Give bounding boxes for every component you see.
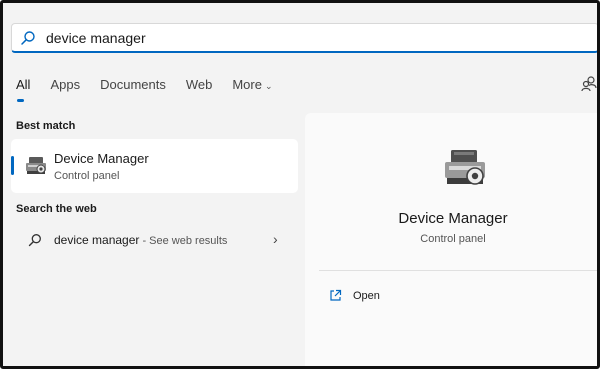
open-external-icon — [329, 289, 342, 302]
tab-more[interactable]: More ⌄ — [232, 77, 272, 92]
web-search-query: device manager — [54, 233, 140, 247]
tab-apps[interactable]: Apps — [50, 77, 80, 92]
search-input[interactable] — [46, 29, 566, 46]
tab-documents[interactable]: Documents — [100, 77, 166, 92]
search-icon — [28, 233, 42, 247]
search-window: All Apps Documents Web More⌄ Best match — [0, 0, 600, 369]
connected-accounts-icon[interactable] — [580, 75, 597, 93]
web-search-hint: - See web results — [139, 235, 228, 247]
search-icon — [20, 30, 36, 46]
search-box[interactable] — [11, 23, 597, 53]
best-match-title: Device Manager — [54, 151, 149, 166]
best-match-label: Best match — [16, 120, 76, 132]
open-label: Open — [353, 289, 380, 302]
result-preview-panel: Device Manager Control panel Open — [305, 113, 597, 366]
search-web-label: Search the web — [16, 203, 97, 215]
chevron-right-icon[interactable]: › — [273, 231, 278, 247]
tab-web[interactable]: Web — [186, 77, 213, 92]
divider — [319, 270, 597, 271]
preview-title: Device Manager — [398, 210, 508, 227]
best-match-subtitle: Control panel — [54, 170, 120, 182]
preview-subtitle: Control panel — [420, 233, 486, 245]
open-button[interactable]: Open — [329, 289, 380, 302]
web-search-result[interactable]: device manager - See web results › — [11, 227, 298, 255]
filter-tabs: All Apps Documents Web More ⌄ — [16, 77, 293, 102]
tab-more-label: More — [232, 77, 262, 92]
selection-indicator — [11, 156, 14, 175]
device-manager-icon — [441, 147, 489, 191]
best-match-result[interactable]: Device Manager Control panel — [11, 139, 298, 193]
chevron-down-icon: ⌄ — [264, 81, 273, 91]
tab-all[interactable]: All — [16, 77, 30, 102]
device-manager-icon — [24, 155, 48, 177]
